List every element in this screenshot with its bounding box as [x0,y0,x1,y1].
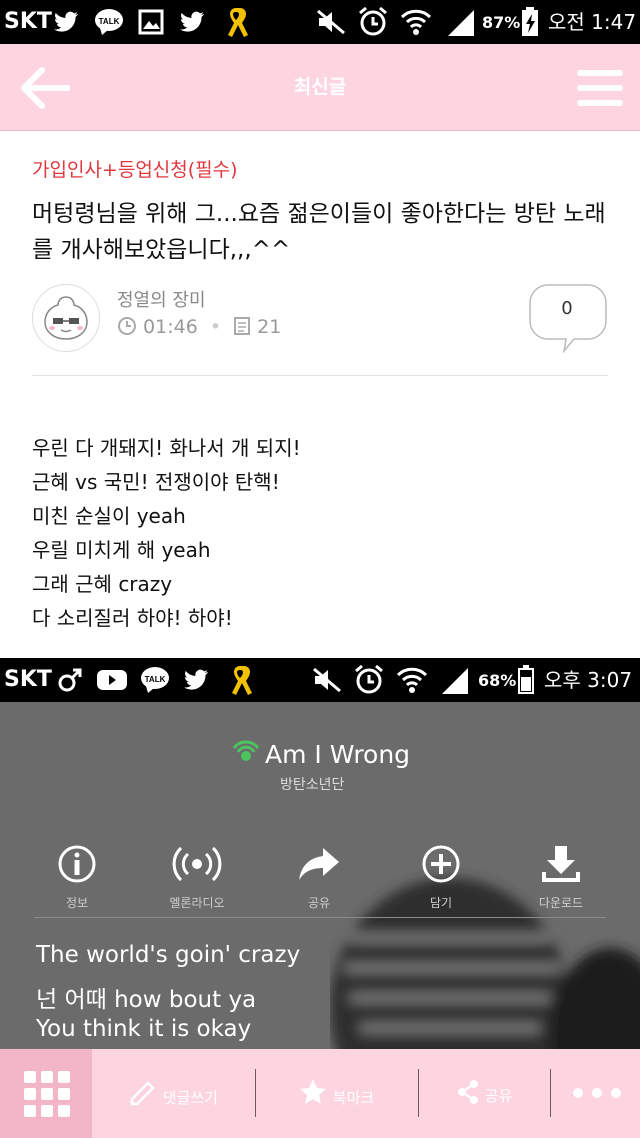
artist-name: 방탄소년단 [280,777,345,793]
song-title: Am I Wrong [265,740,411,769]
clock-icon [118,317,136,335]
app-header: 최신글 [0,44,640,131]
action-info[interactable]: 정보 [32,844,122,911]
svg-text:TALK: TALK [145,675,166,684]
alarm-icon [359,6,387,36]
share-label: 공유 [484,1087,513,1105]
action-radio[interactable]: 멜론라디오 [152,844,242,911]
bottom-action-bar: 댓글쓰기 북마크 공유 [0,1049,640,1138]
kakaotalk-icon: TALK [95,9,123,35]
action-share[interactable]: 공유 [274,844,364,911]
divider [32,375,608,376]
peach-character-icon [44,296,88,340]
action-label: 다운로드 [538,896,584,910]
action-download[interactable]: 다운로드 [516,844,606,911]
meta-separator: • [209,316,222,338]
wifi-icon [400,9,432,35]
comment-count-button[interactable]: 0 [528,283,607,353]
carrier-label: SKT [4,9,52,34]
lyric-line: 근혜 vs 국민! 전쟁이야 탄핵! [32,470,280,494]
embedded-status-bar: SKT TALK 68% 오후 3:07 [0,658,640,702]
kakaotalk-icon: TALK [141,667,169,693]
mute-icon [317,9,345,35]
separator [418,1069,419,1117]
post-category[interactable]: 가입인사+등업신청(필수) [32,155,238,182]
write-comment-button[interactable]: 댓글쓰기 [128,1077,218,1108]
twitter-icon [184,669,208,690]
action-label: 정보 [65,896,89,910]
battery-percent: 87% [482,13,521,32]
grid-icon [24,1071,70,1117]
post-title: 머텅령님을 위해 그...요즘 젊은이들이 좋아한다는 방탄 노래를 개사해보았… [32,201,606,263]
bookmark-label: 북마크 [332,1089,375,1107]
write-comment-label: 댓글쓰기 [162,1089,218,1107]
info-icon [58,845,96,883]
pencil-icon [130,1081,155,1106]
action-label: 공유 [307,896,331,910]
avatar[interactable] [32,284,100,352]
grid-menu-button[interactable] [0,1049,92,1138]
clock: 오전 1:47 [548,10,637,34]
mute-icon [313,667,341,693]
signal-icon [448,10,474,36]
page-title: 최신글 [293,76,347,98]
share-arrow-icon [299,848,339,880]
battery-percent: 68% [478,671,517,690]
battery-charging-icon [522,7,538,36]
signal-icon [442,668,468,694]
male-symbol-icon [58,668,82,692]
wifi-icon [396,667,428,693]
lyric-line: 미친 순실이 yeah [32,504,186,528]
clock: 오후 3:07 [544,668,633,692]
action-label: 담기 [429,896,453,910]
radio-icon [172,846,222,882]
youtube-icon [97,670,127,690]
action-add[interactable]: 담기 [396,844,486,911]
author-name[interactable]: 정열의 장미 [117,286,206,312]
share-button[interactable]: 공유 [456,1079,512,1106]
battery-icon [518,665,534,694]
alarm-icon [355,664,383,694]
hamburger-icon[interactable] [577,68,623,108]
separator [550,1069,551,1117]
now-playing-icon [232,740,260,761]
share-nodes-icon [458,1080,478,1104]
embedded-lyric-line: The world's goin' crazy [36,942,301,968]
post-meta: 01:46 • 21 [117,316,281,338]
comment-count: 0 [561,298,573,319]
view-count-icon [234,317,251,335]
download-icon [542,846,580,882]
twitter-icon [54,11,78,32]
more-dots-icon[interactable] [572,1087,622,1099]
image-icon [138,9,164,35]
view-count: 21 [257,316,282,338]
embedded-lyric-line: You think it is okay [36,1016,252,1042]
post-time: 01:46 [143,316,198,338]
status-bar: SKT TALK 87% 오전 1:47 [0,0,640,44]
divider [34,917,606,918]
bookmark-button[interactable]: 북마크 [298,1077,374,1108]
yellow-ribbon-icon [228,8,248,37]
action-label: 멜론라디오 [169,896,225,910]
lyric-line: 그래 근혜 crazy [32,572,173,596]
lyric-line: 우린 다 개돼지! 화나서 개 되지! [32,436,301,460]
yellow-ribbon-icon [232,666,252,695]
plus-circle-icon [422,845,460,883]
lyric-line: 다 소리질러 하야! 하야! [32,606,233,630]
carrier-label: SKT [4,667,52,692]
separator [255,1069,256,1117]
lyric-line: 우릴 미치게 해 yeah [32,538,211,562]
svg-text:TALK: TALK [99,17,120,26]
embedded-lyric-line: 넌 어때 how bout ya [36,987,257,1013]
star-icon [300,1079,326,1104]
twitter-icon [180,11,204,32]
embedded-screenshot[interactable]: SKT TALK 68% 오후 3:07 Am I Wrong 방탄소년단 정보… [0,658,640,1050]
